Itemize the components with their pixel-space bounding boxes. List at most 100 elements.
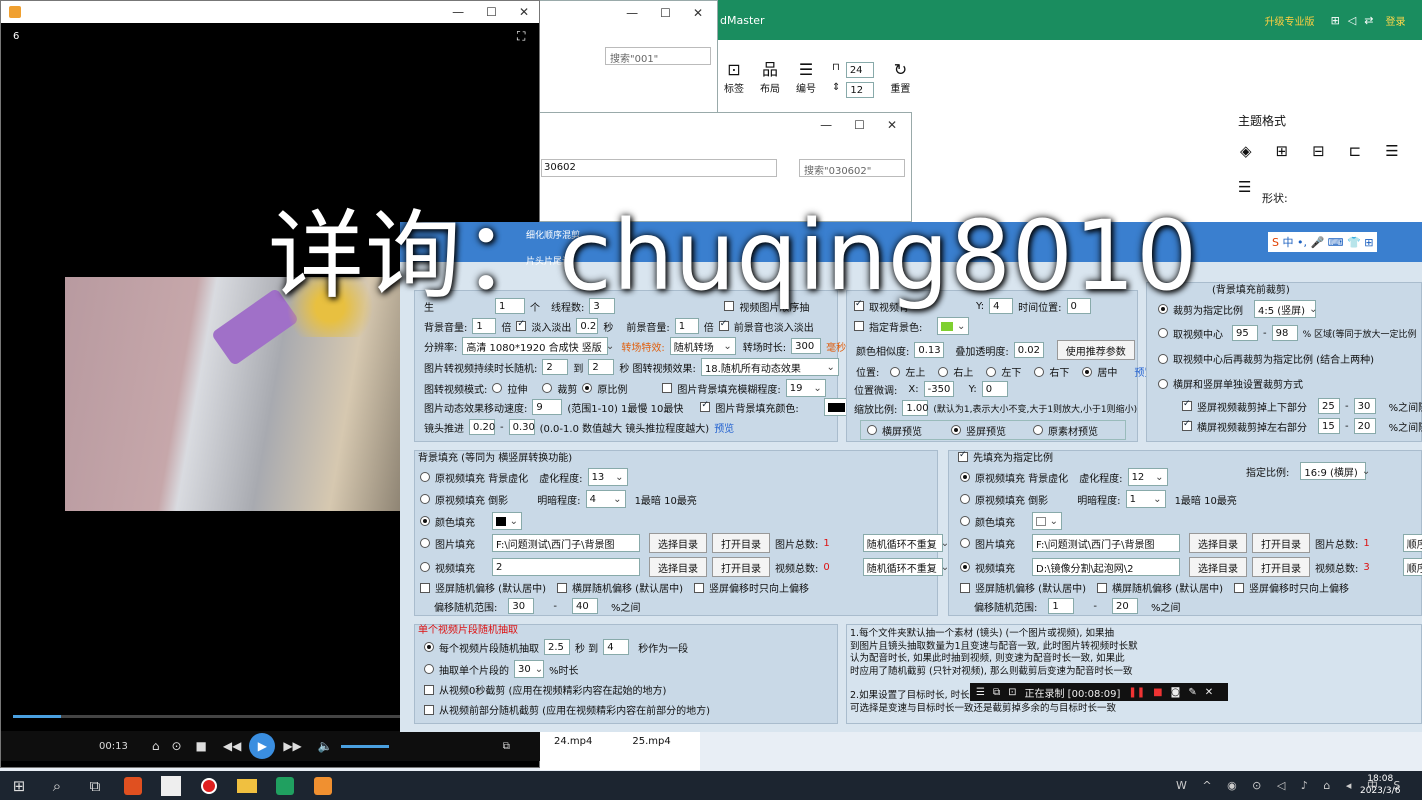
h-crop-max-input[interactable]: 20 <box>1353 418 1376 434</box>
zoom-preview-link[interactable]: 预览 <box>714 420 734 435</box>
volume-icon[interactable]: 🔈 <box>318 739 333 753</box>
open-dir-button[interactable]: 打开目录 <box>712 533 770 553</box>
fill-video-radio[interactable] <box>420 562 430 572</box>
choose-dir-button-right-2[interactable]: 选择目录 <box>1189 557 1247 577</box>
video-seq-select-right[interactable]: 顺序循环不 <box>1402 558 1422 576</box>
close-recorder-icon[interactable]: ✕ <box>1205 687 1213 698</box>
fill-image-radio[interactable] <box>420 538 430 548</box>
bg-blur-select[interactable]: 19 <box>785 379 826 397</box>
pos-top-right-radio[interactable] <box>938 366 949 377</box>
minimize-icon[interactable]: — <box>452 5 464 19</box>
transition-duration-input[interactable]: 300 <box>791 338 822 354</box>
img2vid-max-input[interactable]: 2 <box>588 359 615 375</box>
offset-min-input-right[interactable]: 1 <box>1048 598 1075 614</box>
stop-record-icon[interactable]: ■ <box>1153 687 1162 698</box>
minimize-icon[interactable]: — <box>626 6 638 20</box>
task-view-icon[interactable]: ⧉ <box>76 771 114 800</box>
fill-mirror-radio[interactable] <box>420 494 430 504</box>
fg-fade-checkbox[interactable] <box>718 319 729 331</box>
fill-image-radio-right[interactable] <box>960 538 970 548</box>
volume-slider[interactable] <box>340 744 389 748</box>
loop-icon[interactable]: ⊙ <box>171 739 181 753</box>
v-offset-checkbox-right[interactable] <box>960 582 970 593</box>
fade-checkbox[interactable] <box>516 319 527 331</box>
v-crop-checkbox[interactable] <box>1182 399 1192 411</box>
v-up-checkbox[interactable] <box>693 582 704 593</box>
single-pct-select[interactable]: 30 <box>514 660 544 678</box>
image-path-input[interactable]: F:\问题测试\西门子\背景图 <box>492 534 640 552</box>
fg-volume-input[interactable]: 1 <box>674 318 699 334</box>
close-icon[interactable]: ✕ <box>519 5 529 19</box>
v-up-checkbox-right[interactable] <box>1233 582 1244 593</box>
open-dir-button-right-2[interactable]: 打开目录 <box>1252 557 1310 577</box>
mode-original-radio[interactable] <box>582 383 593 393</box>
offset-max-input[interactable]: 40 <box>571 598 598 614</box>
bg-volume-input[interactable]: 1 <box>472 318 497 334</box>
stop-icon[interactable]: ■ <box>196 739 207 753</box>
mode-stretch-radio[interactable] <box>492 383 503 393</box>
blur-select[interactable]: 13 <box>587 468 628 486</box>
center-min-input[interactable]: 95 <box>1232 325 1258 341</box>
window-icon[interactable]: ⧉ <box>993 687 1000 698</box>
pause-icon[interactable]: ❚❚ <box>1128 687 1145 698</box>
open-dir-button-2[interactable]: 打开目录 <box>712 557 770 577</box>
maximize-icon[interactable]: ☐ <box>660 6 671 20</box>
assign-bg-color-select[interactable] <box>937 317 970 335</box>
assign-bg-checkbox[interactable] <box>854 321 864 331</box>
img2vid-min-input[interactable]: 2 <box>542 359 569 375</box>
record-app-icon[interactable] <box>190 771 228 800</box>
menu-icon[interactable]: ☰ <box>976 687 985 698</box>
fade-input[interactable]: 0.2 <box>576 318 599 334</box>
h-crop-min-input[interactable]: 15 <box>1318 418 1340 434</box>
image-effect-select[interactable]: 18.随机所有动态效果 <box>700 358 839 376</box>
rewind-icon[interactable]: ◀◀ <box>223 739 241 753</box>
ratio-select[interactable]: 16:9 (横屏) <box>1300 462 1367 480</box>
bright-select[interactable]: 4 <box>585 490 626 508</box>
fullscreen-icon[interactable]: ⛶ <box>517 29 525 44</box>
single-pct-radio[interactable] <box>424 664 434 674</box>
pos-bottom-right-radio[interactable] <box>1034 366 1045 377</box>
region-icon[interactable]: ⊡ <box>1008 687 1016 698</box>
pos-top-left-radio[interactable] <box>890 366 901 377</box>
from-front-checkbox[interactable] <box>424 704 434 715</box>
y2-input[interactable]: 0 <box>981 381 1008 397</box>
maximize-icon[interactable]: ☐ <box>486 5 497 19</box>
transition-select[interactable]: 随机转场 <box>669 337 736 355</box>
maximize-icon[interactable]: ☐ <box>854 118 865 132</box>
layout-button[interactable]: 品布局 <box>760 62 780 98</box>
reset-button[interactable]: ↻ 重置 <box>890 62 910 98</box>
choose-dir-button[interactable]: 选择目录 <box>649 533 707 553</box>
h-offset-checkbox[interactable] <box>556 582 567 593</box>
preview-landscape-radio[interactable] <box>867 425 877 435</box>
v-crop-max-input[interactable]: 30 <box>1353 398 1376 414</box>
tag-button[interactable]: ⊡ 标签 <box>724 62 744 98</box>
zoom-min-input[interactable]: 0.20 <box>469 419 495 435</box>
bg-color-checkbox[interactable] <box>700 400 711 412</box>
explorer-2-search[interactable]: 搜索"030602" <box>799 159 905 177</box>
folder-icon[interactable] <box>228 771 266 800</box>
center-max-input[interactable]: 98 <box>1271 325 1298 341</box>
close-icon[interactable]: ✕ <box>887 118 897 132</box>
blur-select-right[interactable]: 12 <box>1127 468 1168 486</box>
mindmaster-icon[interactable] <box>266 771 304 800</box>
color-sim-input[interactable]: 0.13 <box>914 342 945 358</box>
move-speed-input[interactable]: 9 <box>532 399 563 415</box>
app-icon-2[interactable] <box>152 771 190 800</box>
choose-dir-button-right[interactable]: 选择目录 <box>1189 533 1247 553</box>
explorer-1-search[interactable]: 搜索"001" <box>605 47 711 65</box>
start-icon[interactable]: ⊞ <box>0 771 38 800</box>
each-max-input[interactable]: 4 <box>603 639 630 655</box>
explorer-2-path[interactable]: 30602 <box>541 159 777 177</box>
scale-input[interactable]: 1.00 <box>902 400 929 416</box>
x-input[interactable]: -350 <box>923 381 954 397</box>
video-path-input[interactable]: 2 <box>492 558 640 576</box>
image-seq-select-right[interactable]: 顺序循环不 <box>1402 534 1422 552</box>
fill-color-radio-right[interactable] <box>960 516 970 526</box>
offset-max-input-right[interactable]: 20 <box>1111 598 1138 614</box>
login-button[interactable]: 登录 <box>1385 13 1405 28</box>
file-item[interactable]: 25.mp4 <box>632 736 670 766</box>
camera-icon[interactable]: ◙ <box>1171 687 1181 698</box>
seek-bar[interactable] <box>13 715 401 718</box>
upgrade-button[interactable]: 升级专业版 <box>1265 13 1315 28</box>
bg-blur-checkbox[interactable] <box>662 383 673 393</box>
